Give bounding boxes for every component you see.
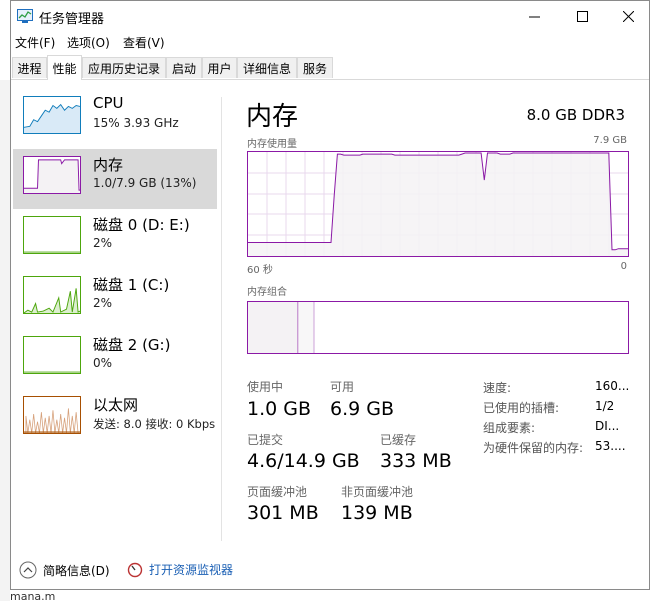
tab-app-history[interactable]: 应用历史记录: [82, 57, 166, 78]
page-title: 内存: [246, 102, 299, 132]
sidebar-item-cpu[interactable]: CPU 15% 3.93 GHz: [13, 89, 217, 149]
detail-slots-label: 已使用的插槽:: [483, 401, 560, 415]
sidebar-item-value: 1.0/7.9 GB (13%): [93, 176, 197, 190]
sidebar-item-label: 内存: [93, 156, 124, 174]
brief-info-toggle[interactable]: 简略信息(D): [19, 561, 110, 579]
memory-composition-bar: [247, 301, 629, 354]
sidebar-item-value: 0%: [93, 356, 113, 370]
disk0-thumbnail-graph: [23, 216, 81, 254]
composition-modified: [298, 302, 314, 353]
tab-details[interactable]: 详细信息: [237, 57, 297, 78]
sidebar-item-label: CPU: [93, 94, 124, 112]
detail-form-factor-label: 组成要素:: [483, 421, 536, 435]
sidebar-item-disk-1[interactable]: 磁盘 1 (C:) 2%: [13, 269, 217, 329]
detail-speed-value: 160...: [595, 379, 630, 393]
task-manager-window: 任务管理器 文件(F) 选项(O) 查看(V) 进程 性能 应用历史记录 启动 …: [10, 0, 650, 590]
memory-thumbnail-graph: [23, 156, 81, 194]
sidebar-item-value: 2%: [93, 236, 113, 250]
memory-details-panel: 内存 8.0 GB DDR3 内存使用量 7.9 GB 60 秒 0 内存组合 …: [233, 80, 643, 550]
time-axis-end: 0: [620, 261, 627, 272]
time-axis-start: 60 秒: [247, 265, 273, 276]
detail-form-factor-value: DI...: [595, 419, 620, 433]
menu-options[interactable]: 选项(O): [67, 34, 110, 51]
menu-view[interactable]: 查看(V): [123, 34, 165, 51]
stat-nonpaged-pool-label: 非页面缓冲池: [341, 485, 414, 499]
footer-bar: 简略信息(D) 打开资源监视器: [11, 551, 649, 589]
brief-info-label: 简略信息(D): [43, 563, 110, 578]
sidebar-item-value: 2%: [93, 296, 113, 310]
usage-graph-max: 7.9 GB: [593, 135, 627, 146]
composition-label: 内存组合: [247, 287, 287, 298]
sidebar-divider: [221, 97, 222, 541]
disk1-thumbnail-graph: [23, 276, 81, 314]
resource-monitor-icon: [127, 562, 143, 577]
tab-services[interactable]: 服务: [297, 57, 333, 78]
sidebar-item-label: 磁盘 1 (C:): [93, 276, 170, 294]
tab-startup[interactable]: 启动: [166, 57, 202, 78]
performance-sidebar: CPU 15% 3.93 GHz 内存 1.0/7.9 GB (13%) 磁盘 …: [11, 80, 221, 550]
sidebar-item-disk-0[interactable]: 磁盘 0 (D: E:) 2%: [13, 209, 217, 269]
stat-nonpaged-pool-value: 139 MB: [341, 502, 413, 524]
stat-committed-value: 4.6/14.9 GB: [247, 450, 360, 472]
task-manager-icon: [17, 9, 33, 23]
sidebar-item-label: 磁盘 0 (D: E:): [93, 216, 190, 234]
tab-users[interactable]: 用户: [202, 57, 237, 78]
stat-available-label: 可用: [330, 380, 355, 394]
tab-performance[interactable]: 性能: [47, 55, 82, 80]
detail-hw-reserved-value: 53....: [595, 439, 626, 453]
sidebar-item-memory[interactable]: 内存 1.0/7.9 GB (13%): [13, 149, 217, 209]
tab-processes[interactable]: 进程: [12, 57, 47, 78]
sidebar-item-label: 磁盘 2 (G:): [93, 336, 171, 354]
usage-graph-label: 内存使用量: [247, 139, 297, 150]
sidebar-item-ethernet[interactable]: 以太网 发送: 8.0 接收: 0 Kbps: [13, 389, 217, 449]
detail-speed-label: 速度:: [483, 381, 512, 395]
sidebar-item-value: 发送: 8.0 接收: 0 Kbps: [93, 417, 216, 431]
stat-in-use-value: 1.0 GB: [247, 398, 312, 420]
menu-bar: 文件(F) 选项(O) 查看(V): [11, 31, 649, 53]
close-icon: [622, 10, 634, 22]
memory-usage-graph: [247, 151, 629, 257]
open-resource-monitor-link[interactable]: 打开资源监视器: [127, 561, 233, 578]
detail-slots-value: 1/2: [595, 399, 615, 413]
cpu-thumbnail-graph: [23, 96, 81, 134]
detail-hw-reserved-label: 为硬件保留的内存:: [483, 441, 584, 455]
stat-paged-pool-label: 页面缓冲池: [247, 485, 308, 499]
window-title: 任务管理器: [39, 12, 105, 27]
maximize-button[interactable]: [559, 1, 605, 31]
composition-in-use: [248, 302, 298, 353]
stat-cached-label: 已缓存: [380, 433, 417, 447]
sidebar-item-value: 15% 3.93 GHz: [93, 116, 179, 130]
maximize-icon: [576, 10, 588, 22]
menu-file[interactable]: 文件(F): [15, 34, 55, 51]
tab-bar: 进程 性能 应用历史记录 启动 用户 详细信息 服务: [11, 55, 649, 80]
stat-paged-pool-value: 301 MB: [247, 502, 319, 524]
background-app-text: mana.m: [10, 590, 660, 601]
minimize-icon: [528, 16, 540, 17]
sidebar-item-disk-2[interactable]: 磁盘 2 (G:) 0%: [13, 329, 217, 389]
disk2-thumbnail-graph: [23, 336, 81, 374]
stat-in-use-label: 使用中: [247, 380, 284, 394]
minimize-button[interactable]: [511, 1, 557, 31]
stat-committed-label: 已提交: [247, 433, 284, 447]
sidebar-item-label: 以太网: [93, 396, 139, 414]
memory-spec: 8.0 GB DDR3: [526, 106, 625, 124]
resource-monitor-label: 打开资源监视器: [149, 563, 234, 577]
close-button[interactable]: [605, 1, 651, 31]
stat-available-value: 6.9 GB: [330, 398, 395, 420]
chevron-up-icon: [19, 561, 37, 579]
ethernet-thumbnail-graph: [23, 396, 81, 434]
stat-cached-value: 333 MB: [380, 450, 452, 472]
title-bar[interactable]: 任务管理器: [11, 1, 649, 31]
